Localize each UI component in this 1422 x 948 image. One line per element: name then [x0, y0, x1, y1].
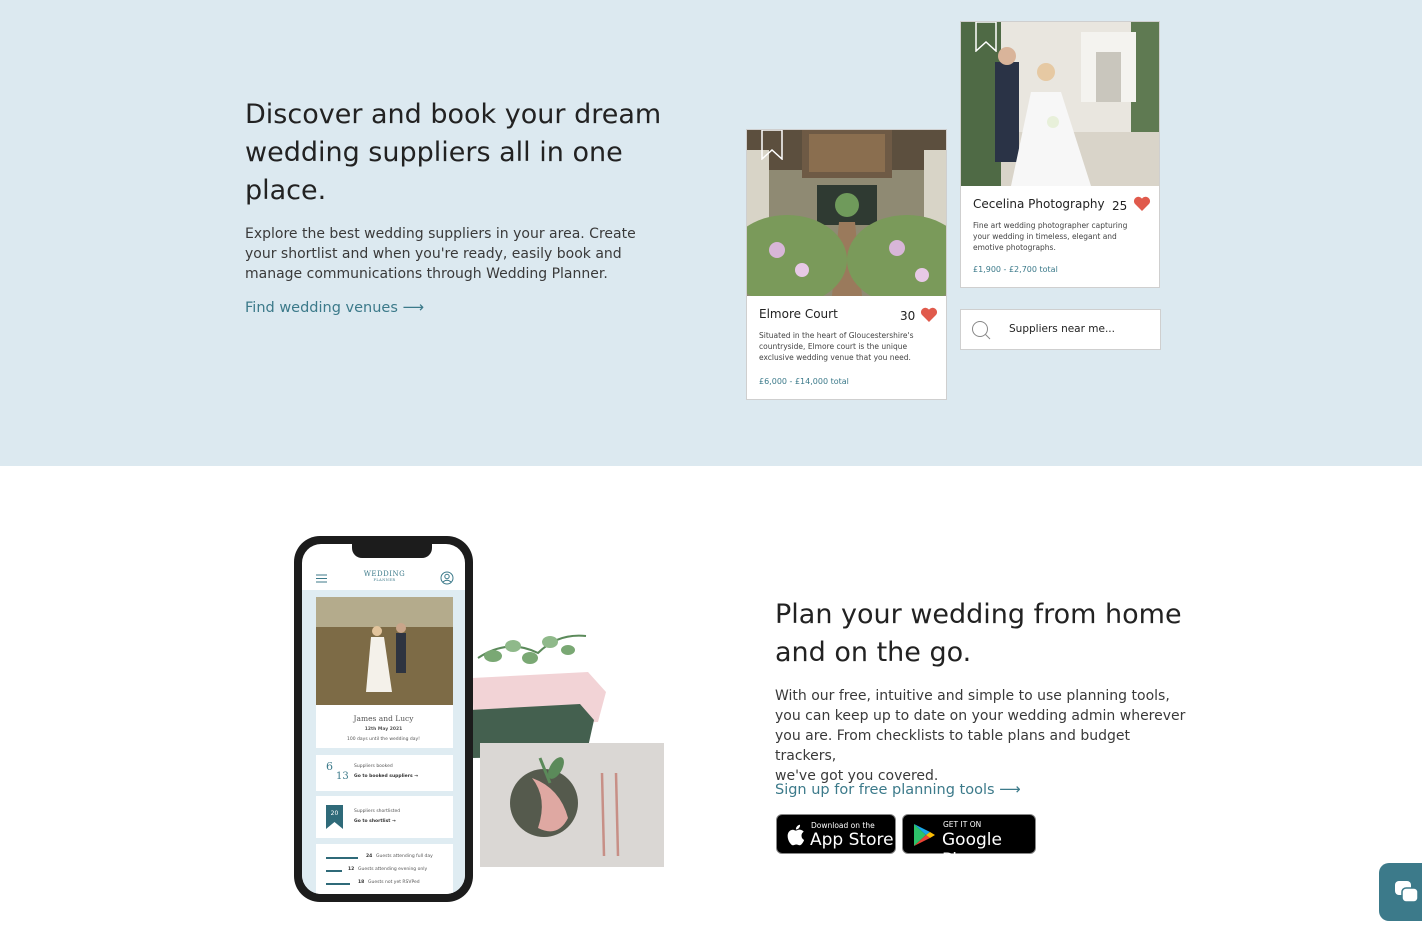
bookmark-icon[interactable] — [975, 22, 997, 52]
description-line: emotive photographs. — [973, 243, 1056, 252]
app-store-label: App Store — [810, 830, 894, 850]
arrow-right-icon: ⟶ — [999, 780, 1021, 798]
signup-planning-tools-link[interactable]: Sign up for free planning tools ⟶ — [775, 780, 1021, 798]
shortlisted-count: 20 — [330, 810, 339, 817]
supplier-card-cecelina-photography[interactable]: Cecelina Photography 25 Fine art wedding… — [960, 21, 1160, 288]
description-line: Situated in the heart of Gloucestershire… — [759, 331, 914, 340]
hero-description-line: manage communications through Wedding Pl… — [245, 266, 608, 282]
supplier-price: £6,000 - £14,000 total — [759, 377, 849, 386]
google-play-icon — [914, 824, 935, 846]
hero-description-line: Explore the best wedding suppliers in yo… — [245, 226, 636, 242]
planning-section — [0, 466, 1422, 948]
guest-label: Guests not yet RSVPed — [368, 880, 420, 885]
plan-headline: Plan your wedding from home and on the g… — [775, 596, 1195, 672]
wedding-date: 12th May 2021 — [364, 727, 403, 732]
shortlist-link[interactable]: Go to shortlist → — [354, 819, 396, 824]
booked-count: 6 — [326, 760, 333, 773]
guest-bar — [326, 870, 342, 872]
google-play-button[interactable]: GET IT ON Google Play — [902, 814, 1036, 870]
phone-mockup: WEDDING PLANNER James and Lucy 12th May … — [294, 536, 473, 902]
google-play-caption: GET IT ON — [943, 820, 982, 829]
hero-description: Explore the best wedding suppliers in yo… — [245, 224, 645, 284]
description-line: countryside, Elmore court is the unique — [759, 342, 908, 351]
hero-headline-line: wedding suppliers all in one — [245, 137, 623, 168]
hero-headline-line: place. — [245, 175, 327, 206]
apple-icon — [787, 824, 805, 846]
supplier-description: Situated in the heart of Gloucestershire… — [759, 330, 939, 363]
app-header: WEDDING PLANNER — [302, 560, 465, 590]
profile-icon[interactable] — [440, 571, 454, 585]
hero-description-line: your shortlist and when you're ready, ea… — [245, 246, 622, 262]
plan-headline-line: Plan your wedding from home — [775, 599, 1182, 630]
plan-description: With our free, intuitive and simple to u… — [775, 686, 1195, 786]
app-logo-text: WEDDING — [363, 570, 406, 578]
guest-label: Guests attending evening only — [358, 867, 428, 872]
find-venues-label: Find wedding venues — [245, 300, 398, 316]
bookmark-icon[interactable] — [761, 130, 783, 160]
chat-widget-button[interactable] — [1379, 863, 1422, 921]
couple-names: James and Lucy — [353, 714, 414, 723]
guest-label: Guests attending full day — [376, 854, 433, 859]
description-line: Fine art wedding photographer capturing — [973, 221, 1128, 230]
app-store-button[interactable]: Download on the App Store — [776, 814, 896, 854]
heart-icon[interactable] — [1133, 196, 1151, 212]
like-count: 25 — [1112, 199, 1128, 213]
arrow-right-icon: ⟶ — [402, 298, 425, 316]
plan-description-line: With our free, intuitive and simple to u… — [775, 688, 1170, 704]
shortlisted-label: Suppliers shortlisted — [354, 809, 401, 814]
like-count: 30 — [900, 309, 916, 323]
wedding-countdown: 100 days until the wedding day! — [347, 737, 420, 742]
guest-bar — [326, 857, 358, 859]
supplier-search-box[interactable]: Suppliers near me... — [960, 309, 1161, 350]
supplier-price: £1,900 - £2,700 total — [973, 265, 1058, 274]
booked-link[interactable]: Go to booked suppliers → — [354, 774, 418, 779]
menu-icon[interactable] — [316, 574, 327, 583]
hero-section: Discover and book your dream wedding sup… — [0, 0, 1422, 466]
guest-count: 18 — [358, 880, 365, 885]
search-icon — [972, 321, 991, 340]
phone-notch — [352, 544, 432, 558]
guest-bar — [326, 883, 350, 885]
bookmark-icon — [326, 805, 343, 829]
phone-screen: WEDDING PLANNER James and Lucy 12th May … — [302, 544, 465, 894]
supplier-name: Cecelina Photography — [973, 197, 1105, 211]
plan-description-line: you can keep up to date on your wedding … — [775, 708, 1186, 724]
heart-icon[interactable] — [920, 307, 938, 323]
hero-headline-line: Discover and book your dream — [245, 99, 662, 130]
app-logo-subtext: PLANNER — [373, 578, 396, 582]
table-setting-collage — [468, 628, 668, 874]
supplier-card-elmore-court[interactable]: Elmore Court 30 Situated in the heart of… — [746, 129, 947, 400]
booked-label: Suppliers booked — [354, 764, 393, 769]
app-store-caption: Download on the — [811, 821, 875, 830]
app-logo: WEDDING PLANNER — [357, 570, 412, 582]
supplier-name: Elmore Court — [759, 307, 838, 321]
plan-description-line: you are. From checklists to table plans … — [775, 728, 1130, 764]
description-line: your wedding in timeless, elegant and — [973, 232, 1117, 241]
total-suppliers-count: 13 — [336, 771, 349, 782]
description-line: exclusive wedding venue that you need. — [759, 353, 911, 362]
signup-planning-tools-label: Sign up for free planning tools — [775, 782, 995, 798]
couple-photo — [316, 597, 453, 705]
hero-headline: Discover and book your dream wedding sup… — [245, 96, 665, 210]
plan-headline-line: and on the go. — [775, 637, 972, 668]
guest-count: 24 — [366, 854, 373, 859]
google-play-label: Google Play — [942, 830, 1002, 870]
chat-icon — [1395, 881, 1419, 903]
guest-count: 12 — [348, 867, 355, 872]
find-venues-link[interactable]: Find wedding venues ⟶ — [245, 298, 424, 316]
supplier-description: Fine art wedding photographer capturing … — [973, 220, 1153, 253]
search-placeholder: Suppliers near me... — [1009, 323, 1115, 335]
